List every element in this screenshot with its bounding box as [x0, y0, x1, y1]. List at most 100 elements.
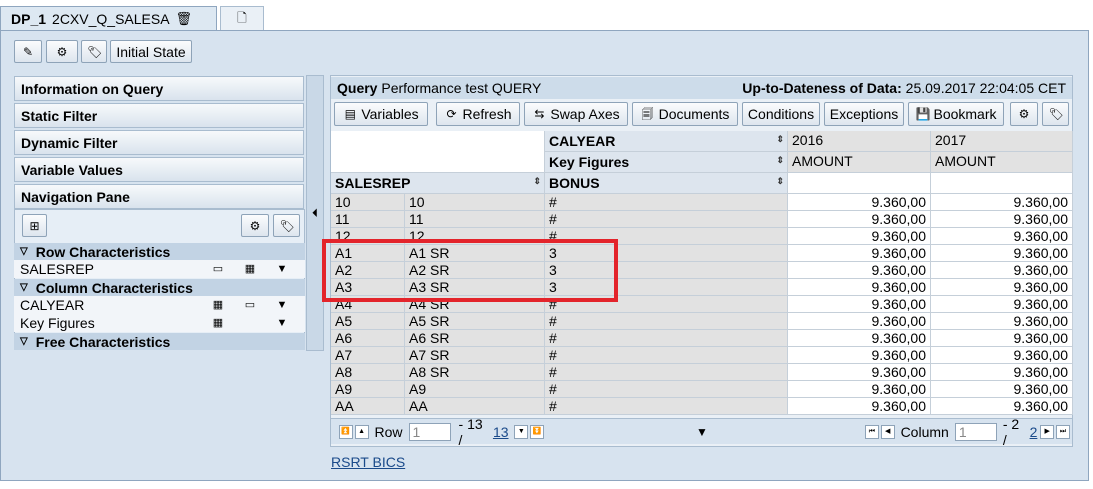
swap-axes-icon: ⇆: [534, 107, 545, 121]
column-characteristics-header[interactable]: ▽ Column Characteristics: [14, 279, 305, 296]
column-characteristics-title: Column Characteristics: [35, 279, 193, 296]
prev-col-icon[interactable]: ◀: [880, 424, 895, 439]
query-label: Query: [337, 80, 378, 96]
save-icon: 💾: [915, 107, 931, 121]
initial-state-button[interactable]: Initial State: [110, 40, 192, 63]
cell-bonus: #: [545, 330, 788, 347]
bookmark-label: Bookmark: [933, 106, 997, 122]
row-input[interactable]: [408, 422, 451, 441]
documents-button[interactable]: 🗐 Documents: [632, 102, 738, 126]
column-total-link[interactable]: 2: [1030, 424, 1038, 440]
swap-icon[interactable]: ▭: [210, 262, 226, 276]
prev-row-icon[interactable]: ▲: [354, 424, 369, 439]
filter-icon[interactable]: ▼: [274, 316, 290, 330]
documents-label: Documents: [658, 106, 730, 122]
cell-amount-2016: 9.360,00: [788, 279, 931, 296]
rsrt-bics-link[interactable]: RSRT BICS: [331, 454, 405, 470]
next-row-icon[interactable]: ▼: [514, 424, 529, 439]
sort-icon[interactable]: ⇕: [776, 173, 784, 189]
tab-dp1-query-name: 2CXV_Q_SALESA: [52, 11, 170, 27]
row-characteristics-header[interactable]: ▽ Row Characteristics: [14, 243, 305, 260]
year-2016-header: 2016: [788, 131, 931, 152]
last-row-icon[interactable]: ⏬: [530, 424, 545, 439]
free-characteristics-title: Free Characteristics: [35, 333, 171, 350]
drilldown-icon[interactable]: ▦: [210, 316, 226, 330]
conditions-button[interactable]: Conditions: [742, 102, 820, 126]
information-on-query-header[interactable]: Information on Query: [14, 76, 304, 101]
variables-button[interactable]: ▤ Variables: [334, 102, 428, 126]
calyear-header[interactable]: CALYEAR ⇕: [545, 131, 788, 152]
cell-salesrep-text: AA: [405, 398, 545, 415]
first-row-icon[interactable]: ⏫: [338, 424, 353, 439]
settings-icon: ⚙: [56, 44, 68, 59]
key-figures-header[interactable]: Key Figures ⇕: [545, 152, 788, 173]
cell-amount-2017: 9.360,00: [931, 262, 1073, 279]
col-char-calyear[interactable]: CALYEAR ▦ ▭ ▼: [14, 296, 305, 314]
row-label: Row: [374, 423, 403, 440]
first-col-icon[interactable]: ⏮: [864, 424, 879, 439]
free-characteristics-header[interactable]: ▽ Free Characteristics: [14, 333, 305, 350]
exceptions-button[interactable]: Exceptions: [824, 102, 904, 126]
collapse-panel-splitter[interactable]: ⏴: [306, 75, 324, 351]
nav-settings-button[interactable]: ⚙: [241, 214, 269, 237]
trash-icon[interactable]: 🗑: [176, 11, 193, 27]
cell-amount-2017: 9.360,00: [931, 245, 1073, 262]
cell-amount-2017: 9.360,00: [931, 381, 1073, 398]
variable-values-header[interactable]: Variable Values: [14, 157, 304, 182]
sort-icon[interactable]: ⇕: [776, 152, 784, 168]
query-tag-button[interactable]: 🏷: [1042, 102, 1069, 126]
tab-dp1[interactable]: DP_1 2CXV_Q_SALESA 🗑: [0, 6, 217, 31]
edit-button[interactable]: ✎: [14, 40, 42, 63]
filter-icon[interactable]: ▼: [274, 298, 290, 312]
cell-amount-2017: 9.360,00: [931, 313, 1073, 330]
cell-salesrep-key: A8: [331, 364, 405, 381]
blank-header-cell: [788, 173, 931, 194]
drilldown-icon[interactable]: ▦: [210, 298, 226, 312]
highlight-box: [322, 239, 618, 302]
cell-amount-2016: 9.360,00: [788, 211, 931, 228]
cell-salesrep-text: A9: [405, 381, 545, 398]
swap-axes-button[interactable]: ⇆ Swap Axes: [524, 102, 628, 126]
settings-button[interactable]: ⚙: [46, 40, 78, 63]
column-input[interactable]: [954, 422, 997, 441]
col-char-key-figures[interactable]: Key Figures ▦ ▼: [14, 314, 305, 332]
cell-amount-2016: 9.360,00: [788, 228, 931, 245]
dynamic-filter-header[interactable]: Dynamic Filter: [14, 130, 304, 155]
blank-header-cell: [931, 173, 1073, 194]
cell-amount-2017: 9.360,00: [931, 211, 1073, 228]
salesrep-header[interactable]: SALESREP ⇕: [331, 173, 545, 194]
cell-amount-2016: 9.360,00: [788, 364, 931, 381]
sort-icon[interactable]: ⇕: [776, 131, 784, 147]
swap-icon[interactable]: ▭: [242, 298, 258, 312]
filter-icon[interactable]: ▼: [274, 262, 290, 276]
cell-salesrep-text: A7 SR: [405, 347, 545, 364]
cell-amount-2016: 9.360,00: [788, 330, 931, 347]
sort-icon[interactable]: ⇕: [533, 173, 541, 189]
cell-salesrep-key: AA: [331, 398, 405, 415]
variables-label: Variables: [361, 106, 419, 122]
refresh-button[interactable]: ⟳ Refresh: [436, 102, 520, 126]
drilldown-icon[interactable]: ▦: [242, 262, 258, 276]
cell-salesrep-key: 11: [331, 211, 405, 228]
expand-down-icon[interactable]: ▼: [696, 425, 708, 439]
cell-amount-2017: 9.360,00: [931, 364, 1073, 381]
last-col-icon[interactable]: ⏭: [1056, 424, 1070, 439]
row-total-link[interactable]: 13: [493, 424, 509, 440]
swap-axes-label: Swap Axes: [550, 106, 620, 122]
add-button[interactable]: ⊞: [22, 214, 47, 237]
tab-new[interactable]: 🗋: [220, 6, 264, 31]
tag-button[interactable]: 🏷: [81, 40, 107, 63]
nav-tag-button[interactable]: 🏷: [273, 214, 300, 237]
bonus-header[interactable]: BONUS ⇕: [545, 173, 788, 194]
row-char-salesrep[interactable]: SALESREP ▭ ▦ ▼: [14, 260, 305, 278]
cell-amount-2017: 9.360,00: [931, 347, 1073, 364]
row-range: - 13 /: [458, 415, 483, 448]
next-col-icon[interactable]: ▶: [1040, 424, 1055, 439]
settings-icon: ⚙: [1018, 107, 1030, 121]
navigation-pane-header[interactable]: Navigation Pane: [14, 184, 304, 209]
cell-amount-2016: 9.360,00: [788, 398, 931, 415]
refresh-label: Refresh: [462, 106, 512, 122]
query-settings-button[interactable]: ⚙: [1010, 102, 1038, 126]
static-filter-header[interactable]: Static Filter: [14, 103, 304, 128]
bookmark-button[interactable]: 💾 Bookmark: [908, 102, 1004, 126]
